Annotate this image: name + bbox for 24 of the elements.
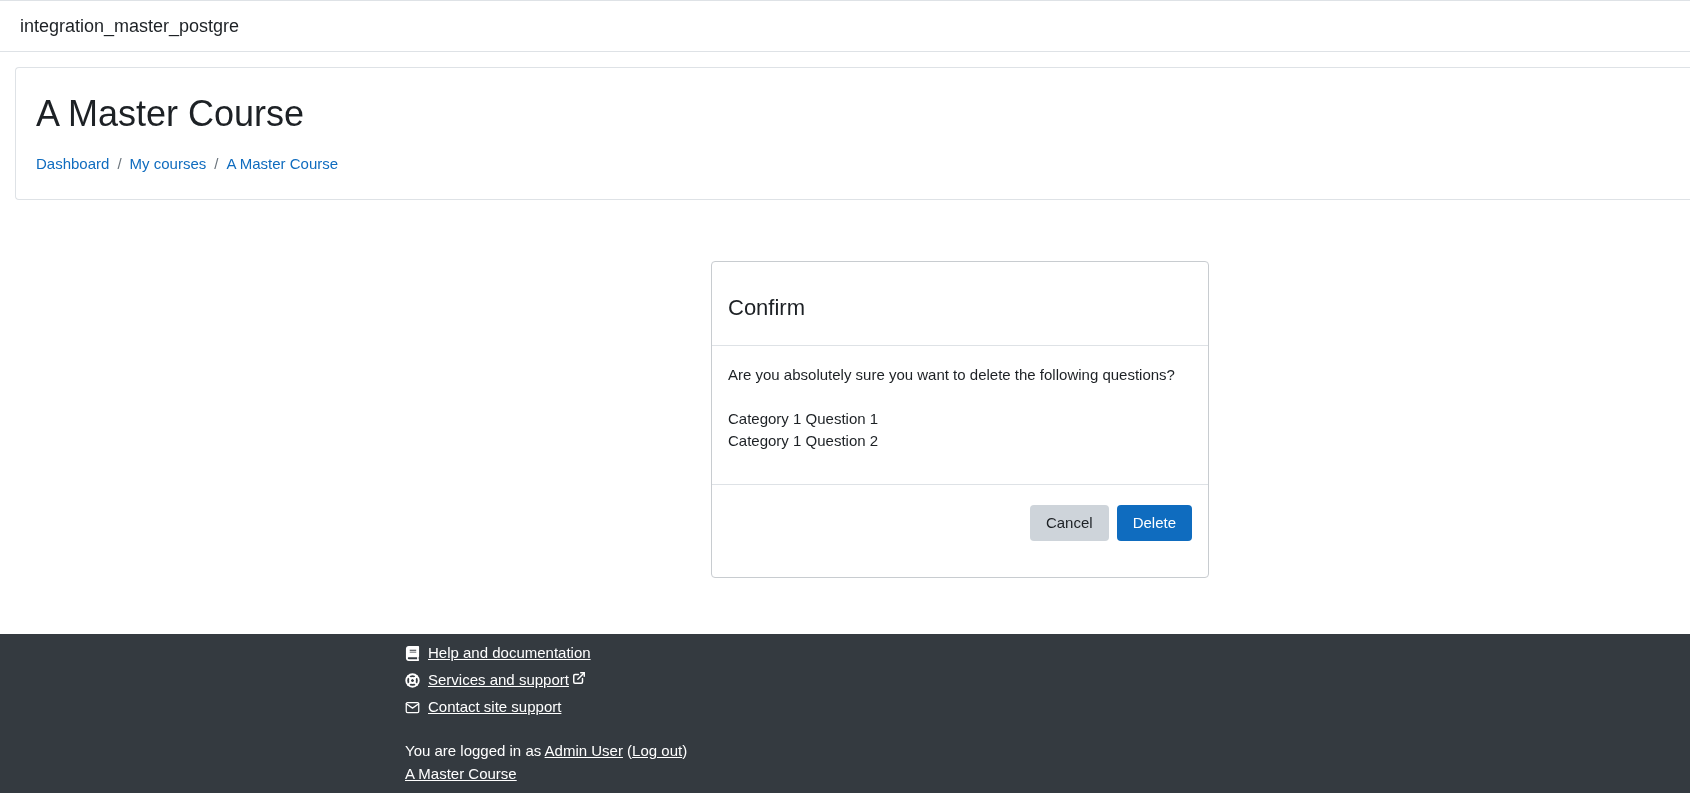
breadcrumb-link[interactable]: Dashboard xyxy=(36,153,110,176)
delete-button[interactable]: Delete xyxy=(1116,505,1192,541)
footer-link[interactable]: Help and documentation xyxy=(428,641,591,665)
question-name: Category 1 Question 2 xyxy=(728,431,879,451)
login-info: You are logged in as Admin User (Log out) xyxy=(405,741,689,761)
footer-link[interactable]: Services and support xyxy=(428,668,569,692)
envelope-icon xyxy=(405,699,420,715)
dialog-message: Are you absolutely sure you want to delete the following questions? xyxy=(728,365,1176,385)
lifebuoy-icon xyxy=(405,672,420,688)
book-icon xyxy=(405,645,420,661)
cancel-button[interactable]: Cancel xyxy=(1029,505,1109,541)
user-profile-link[interactable]: Admin User xyxy=(544,742,623,759)
external-link-icon xyxy=(571,671,586,685)
logout-link[interactable]: Log out xyxy=(632,742,683,759)
dialog-title: Confirm xyxy=(728,294,805,322)
course-link[interactable]: A Master Course xyxy=(405,762,517,785)
breadcrumb-link[interactable]: My courses xyxy=(129,153,207,176)
question-name: Category 1 Question 1 xyxy=(728,409,879,429)
site-name[interactable]: integration_master_postgre xyxy=(20,12,240,40)
breadcrumb-separator: / xyxy=(214,154,219,174)
breadcrumb-separator: / xyxy=(117,154,122,174)
footer-link[interactable]: Contact site support xyxy=(428,695,562,719)
breadcrumb-link[interactable]: A Master Course xyxy=(226,153,339,176)
page-title: A Master Course xyxy=(36,92,306,136)
